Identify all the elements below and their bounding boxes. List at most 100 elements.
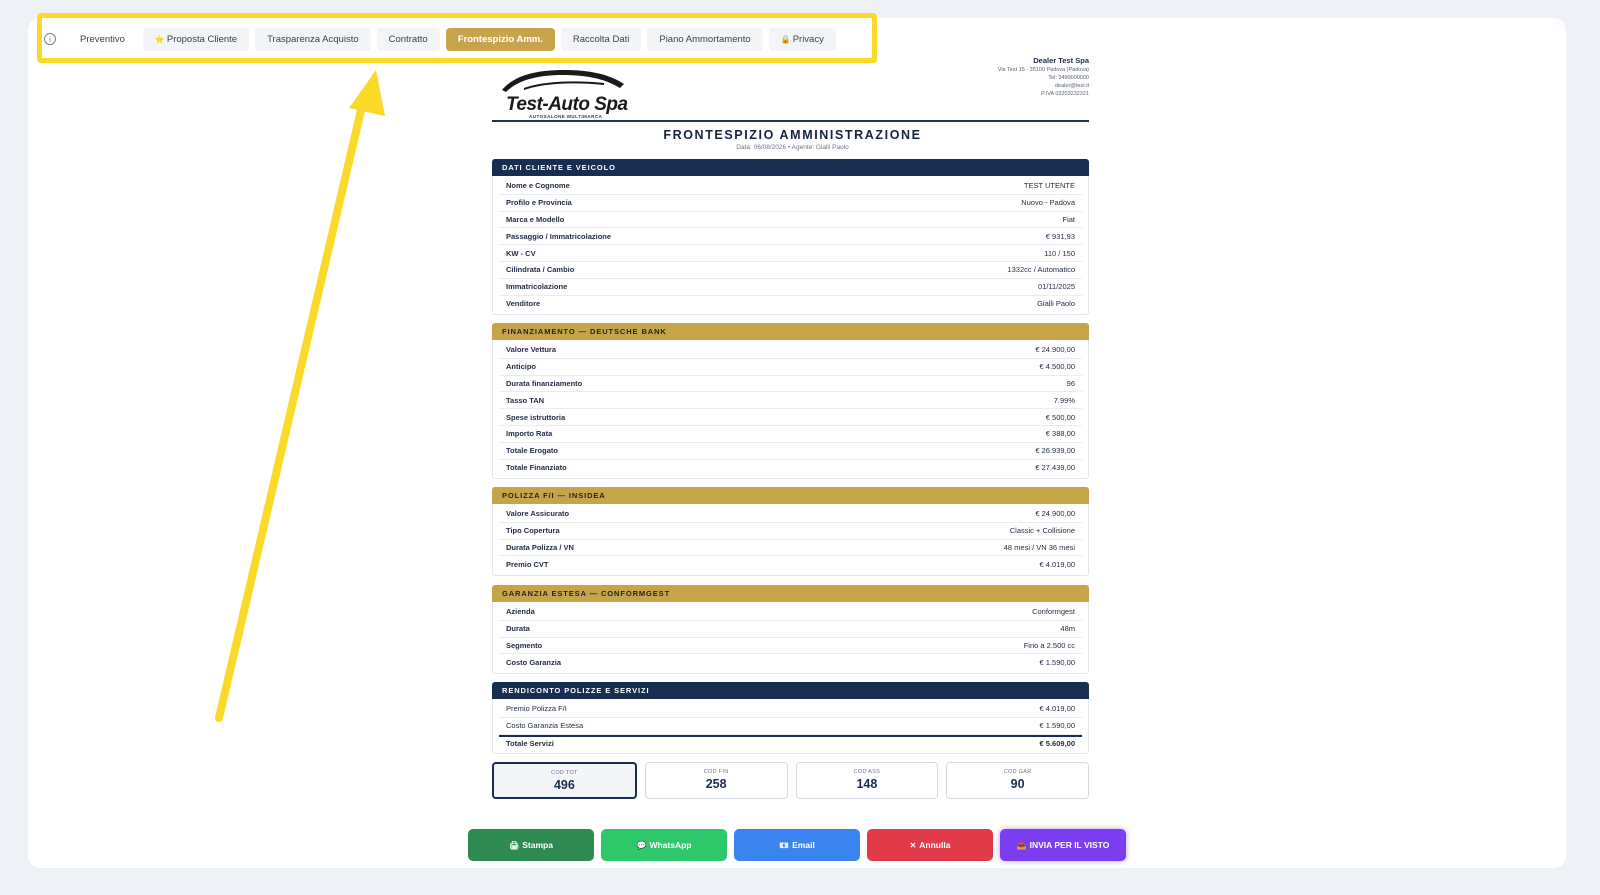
- table-row: KW - CV 110 / 150: [499, 245, 1082, 262]
- section-header: FINANZIAMENTO — DEUTSCHE BANK: [492, 323, 1089, 340]
- tab-preventivo[interactable]: Preventivo: [68, 28, 137, 51]
- print-button[interactable]: 🖨 Stampa: [468, 829, 594, 861]
- tab-label: Trasparenza Acquisto: [267, 33, 359, 45]
- row-label: Nome e Cognome: [506, 181, 570, 191]
- row-label: Durata: [506, 624, 530, 634]
- code-boxes: COD TOT 496 COD FIN 258 COD ASS 148 COD …: [492, 762, 1089, 799]
- row-value: € 1.590,00: [1039, 721, 1075, 731]
- row-value: TEST UTENTE: [1023, 181, 1075, 191]
- outbox-icon: 📤: [1016, 840, 1027, 850]
- row-value: Classic + Collisione: [1009, 526, 1075, 536]
- row-label: KW - CV: [506, 248, 536, 258]
- row-label: Venditore: [506, 299, 541, 309]
- section-dati-cliente: DATI CLIENTE E VEICOLO Nome e Cognome TES…: [492, 159, 1089, 316]
- tab-trasparenza-acquisto[interactable]: Trasparenza Acquisto: [255, 27, 371, 51]
- code-box-gar: COD GAR 90: [946, 762, 1089, 799]
- row-value: 48m: [1060, 624, 1075, 634]
- company-logo: Test-Auto Spa AUTOSALONE MULTIMARCA: [494, 62, 629, 119]
- row-label: Passaggio / Immatricolazione: [506, 231, 612, 241]
- row-value: € 4.019,00: [1039, 560, 1075, 570]
- section-body: Valore Assicurato € 24.900,00 Tipo Copert…: [492, 504, 1089, 577]
- section-garanzia: GARANZIA ESTESA — CONFORMGEST Azienda Con…: [492, 585, 1089, 675]
- mail-icon: 📧: [779, 840, 790, 850]
- row-label: Costo Garanzia: [506, 658, 562, 668]
- action-bar: 🖨 Stampa 💬 WhatsApp 📧 Email ✕ Annulla 📤 INVIA…: [468, 829, 1126, 861]
- row-value: € 1.590,00: [1039, 658, 1075, 668]
- tab-privacy[interactable]: 🔒 Privacy: [768, 27, 836, 51]
- tab-raccolta-dati[interactable]: Raccolta Dati: [560, 27, 642, 51]
- row-label: Anticipo: [506, 362, 536, 372]
- row-value: Conformgest: [1032, 607, 1075, 617]
- row-value: 01/11/2025: [1038, 282, 1075, 292]
- button-label: Stampa: [522, 840, 553, 850]
- section-header: RENDICONTO POLIZZE E SERVIZI: [492, 682, 1089, 699]
- table-row: Importo Rata € 388,00: [499, 426, 1082, 443]
- table-row: Anticipo € 4.500,00: [499, 359, 1082, 376]
- logo-subtitle: AUTOSALONE MULTIMARCA: [529, 114, 603, 119]
- row-value: € 24.900,00: [1035, 509, 1075, 519]
- row-label: Segmento: [506, 640, 543, 650]
- table-row: Immatricolazione 01/11/2025: [499, 279, 1082, 296]
- row-value: € 500,00: [1045, 412, 1075, 422]
- row-label: Durata finanziamento: [506, 378, 583, 388]
- section-body: Valore Vettura € 24.900,00 Anticipo € 4.50…: [492, 340, 1089, 480]
- row-value: 110 / 150: [1044, 248, 1075, 258]
- button-label: Annulla: [919, 840, 951, 850]
- table-row: Durata 48m: [499, 621, 1082, 638]
- send-for-approval-button[interactable]: 📤 INVIA PER IL VISTO: [1000, 829, 1126, 861]
- code-label: COD TOT: [551, 770, 578, 776]
- car-logo-icon: [502, 70, 624, 92]
- tab-proposta-cliente[interactable]: ⭐ Proposta Cliente: [142, 27, 250, 51]
- row-label: Totale Servizi: [506, 739, 554, 749]
- row-label: Totale Erogato: [506, 446, 558, 456]
- row-value: € 27.439,00: [1035, 463, 1075, 473]
- tab-frontespizio-amm[interactable]: Frontespizio Amm.: [445, 27, 555, 51]
- section-polizza: POLIZZA F/I — INSIDEA Valore Assicurato €…: [492, 487, 1089, 577]
- email-button[interactable]: 📧 Email: [734, 829, 860, 861]
- code-value: 258: [705, 777, 727, 791]
- dealer-name: Dealer Test Spa: [1033, 56, 1089, 65]
- section-header: DATI CLIENTE E VEICOLO: [492, 159, 1089, 176]
- row-label: Spese istruttoria: [506, 412, 566, 422]
- table-row: Passaggio / Immatricolazione € 931,93: [499, 228, 1082, 246]
- table-row: Segmento Fino a 2.500 cc: [499, 638, 1082, 655]
- section-body: Azienda Conformgest Durata 48m Segmento Fin…: [492, 602, 1089, 675]
- row-label: Premio Polizza F/I: [506, 704, 567, 714]
- row-value: 48 mesi / VN 36 mesi: [1003, 542, 1075, 552]
- table-row: Tasso TAN 7.99%: [499, 392, 1082, 410]
- printer-icon: 🖨: [509, 840, 520, 850]
- row-label: Durata Polizza / VN: [506, 542, 574, 552]
- tab-label: Preventivo: [80, 33, 125, 45]
- row-value: 1332cc / Automatico: [1007, 265, 1075, 275]
- whatsapp-button[interactable]: 💬 WhatsApp: [601, 829, 727, 861]
- row-value: Fiat: [1062, 214, 1075, 224]
- cancel-button[interactable]: ✕ Annulla: [867, 829, 993, 861]
- dealer-tel: Tel: 3490000000: [1048, 75, 1089, 81]
- code-label: COD ASS: [853, 769, 881, 775]
- tab-label: Contratto: [388, 33, 428, 45]
- row-label: Valore Assicurato: [506, 509, 570, 519]
- header-divider: [492, 120, 1089, 122]
- code-value: 148: [856, 777, 878, 791]
- tab-contratto[interactable]: Contratto: [376, 27, 440, 51]
- table-row: Premio CVT € 4.019,00: [499, 556, 1082, 573]
- row-label: Totale Finanziato: [506, 463, 567, 473]
- table-row: Spese istruttoria € 500,00: [499, 409, 1082, 426]
- tab-label: Piano Ammortamento: [659, 33, 751, 45]
- row-label: Costo Garanzia Estesa: [506, 721, 584, 731]
- table-row: Marca e Modello Fiat: [499, 212, 1082, 229]
- logo-text: Test-Auto Spa: [506, 94, 628, 115]
- row-label: Tasso TAN: [506, 395, 545, 405]
- table-row: Nome e Cognome TEST UTENTE: [499, 178, 1082, 195]
- info-icon[interactable]: i: [44, 33, 56, 45]
- dealer-piva: P.IVA 03203232321: [1041, 91, 1089, 97]
- document-title: FRONTESPIZIO AMMINISTRAZIONE: [663, 128, 922, 142]
- code-value: 496: [553, 778, 575, 792]
- code-label: COD GAR: [1003, 769, 1032, 775]
- tab-piano-ammortamento[interactable]: Piano Ammortamento: [647, 27, 763, 51]
- lock-icon: 🔒: [780, 34, 791, 44]
- row-label: Tipo Copertura: [506, 526, 560, 536]
- dealer-email: dealer@test.it: [1054, 83, 1089, 89]
- table-row: Profilo e Provincia Nuovo - Padova: [499, 195, 1082, 212]
- row-value: € 388,00: [1045, 429, 1075, 439]
